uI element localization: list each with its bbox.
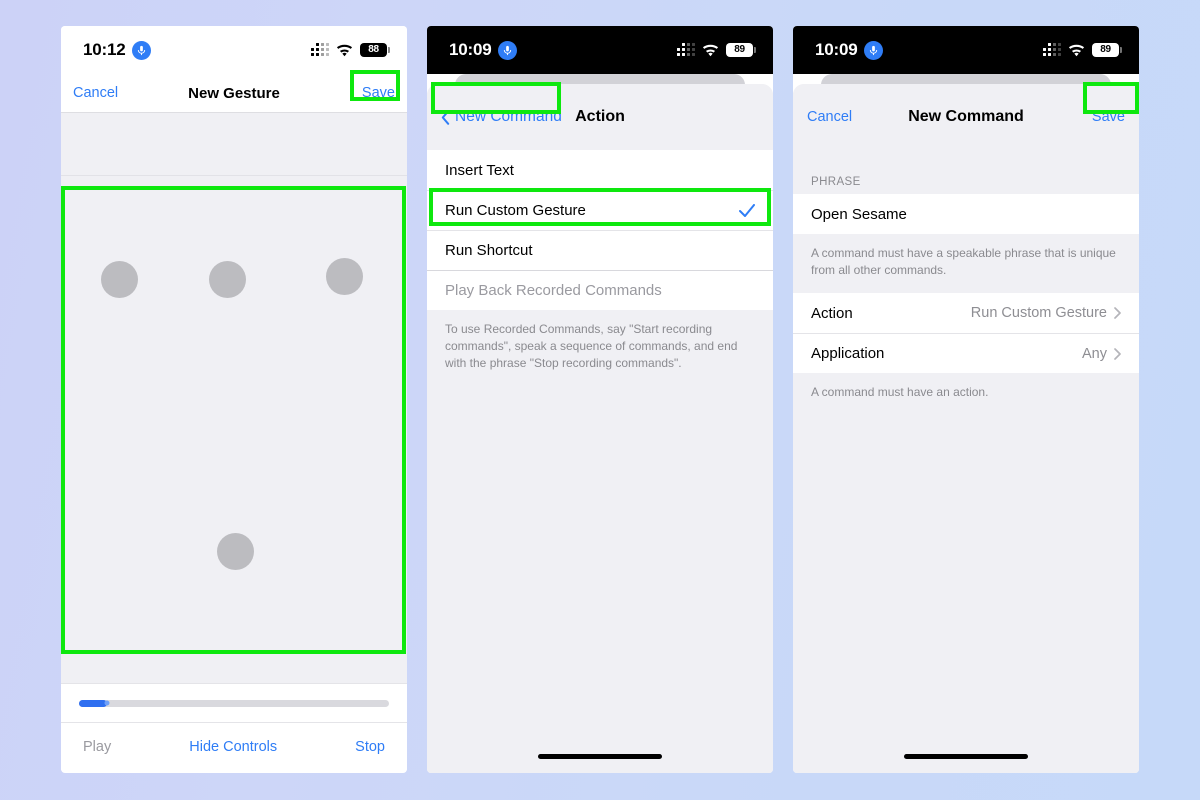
status-time: 10:09: [449, 40, 492, 59]
nav-bar: Cancel New Gesture Save: [61, 74, 407, 113]
phrase-value: Open Sesame: [811, 205, 907, 223]
signal-dots-icon: [677, 43, 695, 56]
signal-dots-icon: [1043, 43, 1061, 56]
battery-icon: 89: [726, 43, 756, 57]
phrase-list: Open Sesame: [793, 194, 1139, 234]
modal-sheet-wrapper: New Command Action Insert Text Run Custo…: [427, 74, 773, 773]
row-value: Any: [1082, 345, 1107, 362]
playback-slider-knob[interactable]: [104, 700, 110, 706]
status-bar: 10:09 89: [427, 26, 773, 74]
microphone-icon: [864, 40, 884, 60]
signal-dots-icon: [311, 43, 329, 56]
phrase-footnote: A command must have a speakable phrase t…: [793, 234, 1139, 294]
hide-controls-button[interactable]: Hide Controls: [189, 739, 277, 755]
cancel-button[interactable]: Cancel: [807, 109, 852, 125]
battery-icon: 88: [360, 43, 390, 57]
status-bar: 10:12 88: [61, 26, 407, 74]
gesture-canvas[interactable]: [61, 175, 407, 641]
checkmark-icon: [739, 203, 755, 218]
home-indicator-area: [793, 739, 1139, 773]
back-button-label: New Command: [455, 108, 562, 125]
save-button[interactable]: Save: [362, 85, 395, 101]
home-indicator[interactable]: [904, 753, 1028, 759]
action-list: Action Run Custom Gesture Application An…: [793, 293, 1139, 374]
option-label: Run Shortcut: [445, 242, 533, 259]
action-options-list: Insert Text Run Custom Gesture Run Short…: [427, 150, 773, 310]
phone-3-new-command: 10:09 89 Cancel New Command Save PHRASE …: [793, 26, 1139, 773]
status-time: 10:12: [83, 40, 126, 59]
application-row[interactable]: Application Any: [793, 333, 1139, 374]
wifi-icon: [702, 44, 719, 57]
sheet-body: New Command Action Insert Text Run Custo…: [427, 84, 773, 773]
row-value-group: Run Custom Gesture: [971, 305, 1121, 321]
playback-slider-fill: [79, 699, 107, 707]
phrase-group-label: PHRASE: [793, 150, 1139, 194]
phone-2-action-picker: 10:09 89 New Command Action Insert Text …: [427, 26, 773, 773]
microphone-icon: [498, 40, 518, 60]
sheet-filler: [427, 386, 773, 739]
sheet-body: Cancel New Command Save PHRASE Open Sesa…: [793, 84, 1139, 773]
status-time: 10:09: [815, 40, 858, 59]
row-value: Run Custom Gesture: [970, 305, 1107, 322]
action-footnote: A command must have an action.: [793, 373, 1139, 416]
option-play-back-recorded-commands[interactable]: Play Back Recorded Commands: [427, 270, 773, 310]
sheet-nav-bar: New Command Action: [427, 84, 773, 150]
sheet-filler: [793, 415, 1139, 739]
action-row[interactable]: Action Run Custom Gesture: [793, 293, 1139, 334]
gesture-point[interactable]: [217, 533, 254, 570]
phone-1-new-gesture: 10:12 88 Cancel New Gesture Save Play Hi…: [61, 26, 407, 773]
gesture-point[interactable]: [101, 261, 138, 298]
chevron-left-icon: [441, 109, 450, 125]
play-button[interactable]: Play: [83, 739, 111, 755]
status-bar-right: 88: [311, 43, 390, 57]
wifi-icon: [1068, 44, 1085, 57]
modal-sheet: Cancel New Command Save PHRASE Open Sesa…: [793, 84, 1139, 773]
canvas-bottom-spacer: [61, 641, 407, 683]
gesture-point[interactable]: [326, 258, 363, 295]
battery-level: 88: [368, 44, 379, 55]
status-bar: 10:09 89: [793, 26, 1139, 74]
modal-sheet-wrapper: Cancel New Command Save PHRASE Open Sesa…: [793, 74, 1139, 773]
chevron-right-icon: [1114, 307, 1121, 319]
option-insert-text[interactable]: Insert Text: [427, 150, 773, 190]
row-label: Application: [811, 345, 885, 363]
home-indicator[interactable]: [538, 753, 662, 759]
phrase-field-row[interactable]: Open Sesame: [793, 194, 1139, 234]
wifi-icon: [336, 44, 353, 57]
gesture-point[interactable]: [209, 261, 246, 298]
playback-slider[interactable]: [79, 699, 389, 707]
option-run-custom-gesture[interactable]: Run Custom Gesture: [427, 190, 773, 230]
battery-icon: 89: [1092, 43, 1122, 57]
modal-sheet: New Command Action Insert Text Run Custo…: [427, 84, 773, 773]
sheet-nav-bar: Cancel New Command Save: [793, 84, 1139, 150]
home-indicator-area: [427, 739, 773, 773]
status-bar-left: 10:09: [449, 40, 518, 60]
battery-level: 89: [734, 44, 745, 55]
cancel-button[interactable]: Cancel: [73, 85, 118, 101]
screenshot-stage: 10:12 88 Cancel New Gesture Save Play Hi…: [0, 0, 1200, 800]
option-label: Run Custom Gesture: [445, 202, 586, 219]
gesture-header-spacer: [61, 113, 407, 175]
row-label: Action: [811, 304, 853, 322]
save-button[interactable]: Save: [1092, 109, 1125, 125]
option-label: Play Back Recorded Commands: [445, 282, 662, 299]
option-run-shortcut[interactable]: Run Shortcut: [427, 230, 773, 270]
recorded-commands-footnote: To use Recorded Commands, say "Start rec…: [427, 310, 773, 387]
status-bar-left: 10:09: [815, 40, 884, 60]
gesture-toolbar: Play Hide Controls Stop: [61, 722, 407, 770]
battery-level: 89: [1100, 44, 1111, 55]
row-value-group: Any: [1082, 346, 1121, 362]
playback-slider-row[interactable]: [61, 683, 407, 722]
chevron-right-icon: [1114, 347, 1121, 360]
status-bar-right: 89: [677, 43, 756, 57]
stop-button[interactable]: Stop: [355, 739, 385, 755]
status-bar-left: 10:12: [83, 40, 152, 60]
status-bar-right: 89: [1043, 43, 1122, 57]
back-to-new-command-button[interactable]: New Command: [441, 108, 562, 126]
option-label: Insert Text: [445, 161, 514, 179]
microphone-icon: [132, 40, 152, 60]
